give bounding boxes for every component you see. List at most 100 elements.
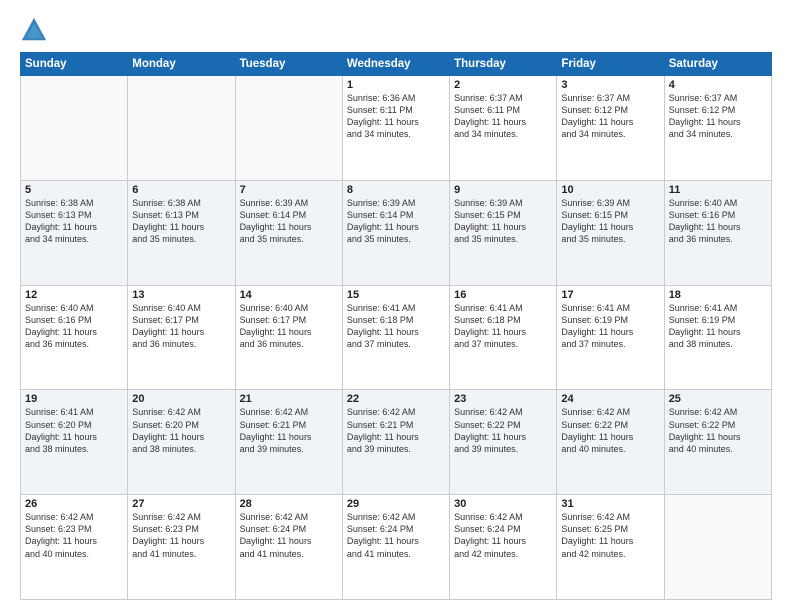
day-info: Sunrise: 6:42 AM Sunset: 6:22 PM Dayligh… xyxy=(669,406,767,455)
day-number: 4 xyxy=(669,79,767,91)
calendar-cell xyxy=(235,76,342,181)
calendar-week-3: 19Sunrise: 6:41 AM Sunset: 6:20 PM Dayli… xyxy=(21,390,772,495)
day-info: Sunrise: 6:42 AM Sunset: 6:22 PM Dayligh… xyxy=(561,406,659,455)
header xyxy=(20,16,772,44)
day-number: 8 xyxy=(347,184,445,196)
day-number: 12 xyxy=(25,289,123,301)
day-number: 20 xyxy=(132,393,230,405)
day-number: 25 xyxy=(669,393,767,405)
calendar-cell: 24Sunrise: 6:42 AM Sunset: 6:22 PM Dayli… xyxy=(557,390,664,495)
day-info: Sunrise: 6:37 AM Sunset: 6:11 PM Dayligh… xyxy=(454,92,552,141)
weekday-header-thursday: Thursday xyxy=(450,53,557,76)
day-info: Sunrise: 6:42 AM Sunset: 6:23 PM Dayligh… xyxy=(25,511,123,560)
day-info: Sunrise: 6:38 AM Sunset: 6:13 PM Dayligh… xyxy=(25,197,123,246)
logo xyxy=(20,16,52,44)
day-number: 31 xyxy=(561,498,659,510)
day-info: Sunrise: 6:40 AM Sunset: 6:16 PM Dayligh… xyxy=(25,302,123,351)
day-number: 14 xyxy=(240,289,338,301)
calendar-week-0: 1Sunrise: 6:36 AM Sunset: 6:11 PM Daylig… xyxy=(21,76,772,181)
day-info: Sunrise: 6:37 AM Sunset: 6:12 PM Dayligh… xyxy=(561,92,659,141)
logo-icon xyxy=(20,16,48,44)
calendar-cell: 5Sunrise: 6:38 AM Sunset: 6:13 PM Daylig… xyxy=(21,180,128,285)
calendar-cell: 20Sunrise: 6:42 AM Sunset: 6:20 PM Dayli… xyxy=(128,390,235,495)
day-info: Sunrise: 6:42 AM Sunset: 6:21 PM Dayligh… xyxy=(240,406,338,455)
calendar-cell: 8Sunrise: 6:39 AM Sunset: 6:14 PM Daylig… xyxy=(342,180,449,285)
day-number: 23 xyxy=(454,393,552,405)
day-info: Sunrise: 6:40 AM Sunset: 6:17 PM Dayligh… xyxy=(240,302,338,351)
calendar-table: SundayMondayTuesdayWednesdayThursdayFrid… xyxy=(20,52,772,600)
day-info: Sunrise: 6:42 AM Sunset: 6:21 PM Dayligh… xyxy=(347,406,445,455)
day-info: Sunrise: 6:39 AM Sunset: 6:15 PM Dayligh… xyxy=(454,197,552,246)
day-info: Sunrise: 6:40 AM Sunset: 6:17 PM Dayligh… xyxy=(132,302,230,351)
calendar-cell: 15Sunrise: 6:41 AM Sunset: 6:18 PM Dayli… xyxy=(342,285,449,390)
calendar-cell: 30Sunrise: 6:42 AM Sunset: 6:24 PM Dayli… xyxy=(450,495,557,600)
weekday-header-sunday: Sunday xyxy=(21,53,128,76)
day-info: Sunrise: 6:42 AM Sunset: 6:23 PM Dayligh… xyxy=(132,511,230,560)
calendar-cell: 10Sunrise: 6:39 AM Sunset: 6:15 PM Dayli… xyxy=(557,180,664,285)
calendar-week-4: 26Sunrise: 6:42 AM Sunset: 6:23 PM Dayli… xyxy=(21,495,772,600)
day-number: 18 xyxy=(669,289,767,301)
day-info: Sunrise: 6:39 AM Sunset: 6:15 PM Dayligh… xyxy=(561,197,659,246)
day-info: Sunrise: 6:42 AM Sunset: 6:24 PM Dayligh… xyxy=(347,511,445,560)
calendar-cell: 28Sunrise: 6:42 AM Sunset: 6:24 PM Dayli… xyxy=(235,495,342,600)
day-number: 11 xyxy=(669,184,767,196)
day-number: 22 xyxy=(347,393,445,405)
calendar-cell: 12Sunrise: 6:40 AM Sunset: 6:16 PM Dayli… xyxy=(21,285,128,390)
day-info: Sunrise: 6:41 AM Sunset: 6:20 PM Dayligh… xyxy=(25,406,123,455)
day-number: 30 xyxy=(454,498,552,510)
day-number: 13 xyxy=(132,289,230,301)
day-info: Sunrise: 6:37 AM Sunset: 6:12 PM Dayligh… xyxy=(669,92,767,141)
calendar-cell: 26Sunrise: 6:42 AM Sunset: 6:23 PM Dayli… xyxy=(21,495,128,600)
day-number: 15 xyxy=(347,289,445,301)
day-number: 27 xyxy=(132,498,230,510)
day-number: 26 xyxy=(25,498,123,510)
day-info: Sunrise: 6:42 AM Sunset: 6:20 PM Dayligh… xyxy=(132,406,230,455)
day-number: 19 xyxy=(25,393,123,405)
day-info: Sunrise: 6:42 AM Sunset: 6:24 PM Dayligh… xyxy=(240,511,338,560)
day-info: Sunrise: 6:41 AM Sunset: 6:18 PM Dayligh… xyxy=(454,302,552,351)
day-number: 6 xyxy=(132,184,230,196)
calendar-cell: 31Sunrise: 6:42 AM Sunset: 6:25 PM Dayli… xyxy=(557,495,664,600)
day-number: 10 xyxy=(561,184,659,196)
calendar-cell: 22Sunrise: 6:42 AM Sunset: 6:21 PM Dayli… xyxy=(342,390,449,495)
page: SundayMondayTuesdayWednesdayThursdayFrid… xyxy=(0,0,792,612)
weekday-header-tuesday: Tuesday xyxy=(235,53,342,76)
calendar-cell xyxy=(21,76,128,181)
day-info: Sunrise: 6:38 AM Sunset: 6:13 PM Dayligh… xyxy=(132,197,230,246)
day-number: 7 xyxy=(240,184,338,196)
calendar-cell: 3Sunrise: 6:37 AM Sunset: 6:12 PM Daylig… xyxy=(557,76,664,181)
day-info: Sunrise: 6:41 AM Sunset: 6:18 PM Dayligh… xyxy=(347,302,445,351)
day-number: 24 xyxy=(561,393,659,405)
day-number: 2 xyxy=(454,79,552,91)
day-info: Sunrise: 6:42 AM Sunset: 6:22 PM Dayligh… xyxy=(454,406,552,455)
day-info: Sunrise: 6:42 AM Sunset: 6:25 PM Dayligh… xyxy=(561,511,659,560)
calendar-cell: 14Sunrise: 6:40 AM Sunset: 6:17 PM Dayli… xyxy=(235,285,342,390)
day-number: 29 xyxy=(347,498,445,510)
day-number: 3 xyxy=(561,79,659,91)
weekday-header-wednesday: Wednesday xyxy=(342,53,449,76)
calendar-cell: 21Sunrise: 6:42 AM Sunset: 6:21 PM Dayli… xyxy=(235,390,342,495)
day-info: Sunrise: 6:39 AM Sunset: 6:14 PM Dayligh… xyxy=(240,197,338,246)
calendar-cell: 16Sunrise: 6:41 AM Sunset: 6:18 PM Dayli… xyxy=(450,285,557,390)
calendar-cell: 29Sunrise: 6:42 AM Sunset: 6:24 PM Dayli… xyxy=(342,495,449,600)
calendar-cell: 1Sunrise: 6:36 AM Sunset: 6:11 PM Daylig… xyxy=(342,76,449,181)
day-number: 9 xyxy=(454,184,552,196)
day-info: Sunrise: 6:41 AM Sunset: 6:19 PM Dayligh… xyxy=(561,302,659,351)
calendar-cell: 23Sunrise: 6:42 AM Sunset: 6:22 PM Dayli… xyxy=(450,390,557,495)
calendar-cell: 9Sunrise: 6:39 AM Sunset: 6:15 PM Daylig… xyxy=(450,180,557,285)
calendar-cell: 25Sunrise: 6:42 AM Sunset: 6:22 PM Dayli… xyxy=(664,390,771,495)
calendar-cell: 13Sunrise: 6:40 AM Sunset: 6:17 PM Dayli… xyxy=(128,285,235,390)
calendar-cell: 17Sunrise: 6:41 AM Sunset: 6:19 PM Dayli… xyxy=(557,285,664,390)
day-info: Sunrise: 6:39 AM Sunset: 6:14 PM Dayligh… xyxy=(347,197,445,246)
calendar-cell: 11Sunrise: 6:40 AM Sunset: 6:16 PM Dayli… xyxy=(664,180,771,285)
day-number: 5 xyxy=(25,184,123,196)
calendar-cell: 18Sunrise: 6:41 AM Sunset: 6:19 PM Dayli… xyxy=(664,285,771,390)
calendar-cell: 4Sunrise: 6:37 AM Sunset: 6:12 PM Daylig… xyxy=(664,76,771,181)
calendar-cell: 19Sunrise: 6:41 AM Sunset: 6:20 PM Dayli… xyxy=(21,390,128,495)
weekday-header-row: SundayMondayTuesdayWednesdayThursdayFrid… xyxy=(21,53,772,76)
day-info: Sunrise: 6:40 AM Sunset: 6:16 PM Dayligh… xyxy=(669,197,767,246)
calendar-cell: 7Sunrise: 6:39 AM Sunset: 6:14 PM Daylig… xyxy=(235,180,342,285)
calendar-cell xyxy=(664,495,771,600)
calendar-week-2: 12Sunrise: 6:40 AM Sunset: 6:16 PM Dayli… xyxy=(21,285,772,390)
day-info: Sunrise: 6:42 AM Sunset: 6:24 PM Dayligh… xyxy=(454,511,552,560)
